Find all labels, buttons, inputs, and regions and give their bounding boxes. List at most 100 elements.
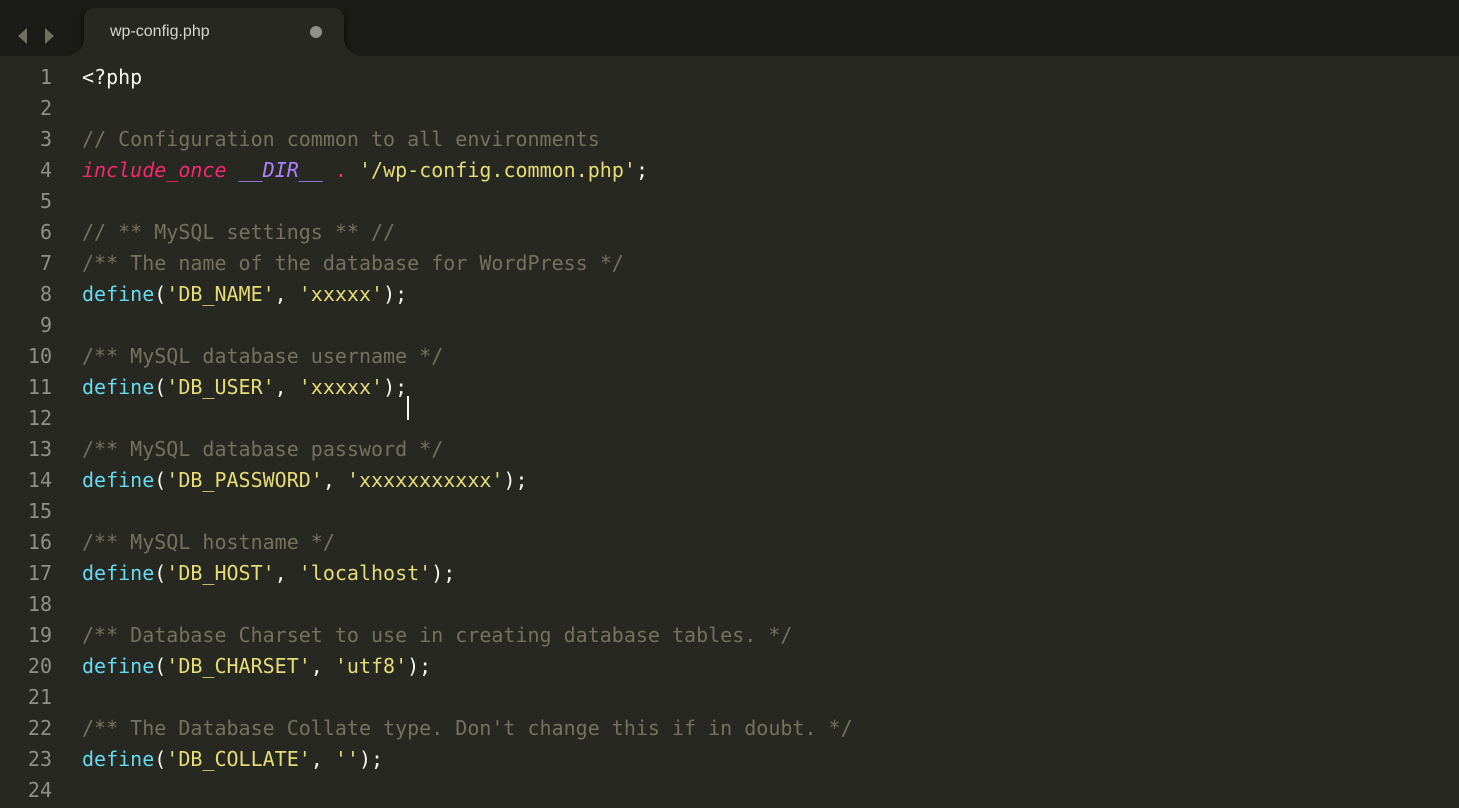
line-number: 15 [0, 496, 70, 527]
token-cm: /** Database Charset to use in creating … [82, 623, 792, 647]
line-number: 7 [0, 248, 70, 279]
token-cm: // Configuration common to all environme… [82, 127, 600, 151]
token-pn: ( [154, 561, 166, 585]
nav-forward-icon[interactable] [40, 26, 58, 46]
editor-window: wp-config.php 1 23 45678910111213141516171… [0, 0, 1459, 808]
line-number: 5 [0, 186, 70, 217]
line-number: 1 [0, 62, 70, 93]
line-number: 13 [0, 434, 70, 465]
code-line[interactable]: define('DB_USER', 'xxxxx'); [82, 372, 1459, 403]
token-fn: define [82, 747, 154, 771]
token-fn: define [82, 561, 154, 585]
token-str: '/wp-config.common.php' [359, 158, 636, 182]
line-number: 14 [0, 465, 70, 496]
code-line[interactable]: define('DB_CHARSET', 'utf8'); [82, 651, 1459, 682]
token-pn [347, 158, 359, 182]
token-str: 'utf8' [335, 654, 407, 678]
token-pn: ( [154, 747, 166, 771]
line-number: 23 [0, 744, 70, 775]
code-line[interactable]: /** The name of the database for WordPre… [82, 248, 1459, 279]
code-line[interactable]: define('DB_NAME', 'xxxxx'); [82, 279, 1459, 310]
line-number: 16 [0, 527, 70, 558]
token-pn: ( [154, 375, 166, 399]
code-line[interactable] [82, 310, 1459, 341]
line-number: 12 [0, 403, 70, 434]
dirty-indicator-icon[interactable] [310, 26, 322, 38]
line-number: 9 [0, 310, 70, 341]
line-number: 18 [0, 589, 70, 620]
token-pn: ( [154, 654, 166, 678]
code-content[interactable]: <?php // Configuration common to all env… [70, 56, 1459, 808]
token-pn: , [323, 468, 347, 492]
token-str: 'DB_USER' [166, 375, 274, 399]
token-cm: /** MySQL hostname */ [82, 530, 335, 554]
code-line[interactable]: include_once __DIR__ . '/wp-config.commo… [82, 155, 1459, 186]
token-cm: /** MySQL database username */ [82, 344, 443, 368]
token-cm: /** The Database Collate type. Don't cha… [82, 716, 853, 740]
code-line[interactable] [82, 589, 1459, 620]
code-line[interactable] [82, 775, 1459, 806]
code-line[interactable]: define('DB_HOST', 'localhost'); [82, 558, 1459, 589]
token-pn: , [275, 375, 299, 399]
code-line[interactable] [82, 186, 1459, 217]
token-str: 'DB_CHARSET' [166, 654, 311, 678]
line-number: 8 [0, 279, 70, 310]
token-pn: , [275, 282, 299, 306]
token-pn: ); [407, 654, 431, 678]
token-pn: , [311, 747, 335, 771]
tab-active[interactable]: wp-config.php [84, 8, 344, 56]
token-fn: define [82, 282, 154, 306]
token-fn: define [82, 654, 154, 678]
token-cm: // ** MySQL settings ** // [82, 220, 395, 244]
code-line[interactable] [82, 93, 1459, 124]
tab-title: wp-config.php [110, 23, 294, 41]
token-pn: ); [503, 468, 527, 492]
token-str: 'DB_COLLATE' [166, 747, 311, 771]
line-number: 6 [0, 217, 70, 248]
line-number: 24 [0, 775, 70, 806]
token-pn: ); [383, 282, 407, 306]
line-number: 20 [0, 651, 70, 682]
token-kw: include_once [82, 158, 227, 182]
token-pn: ( [154, 468, 166, 492]
line-number: 21 [0, 682, 70, 713]
token-str: 'localhost' [299, 561, 431, 585]
line-number-gutter[interactable]: 123456789101112131415161718192021222324 [0, 56, 70, 808]
token-pn [227, 158, 239, 182]
tab-bar: wp-config.php [0, 0, 1459, 56]
code-line[interactable]: define('DB_COLLATE', ''); [82, 744, 1459, 775]
token-fn: define [82, 468, 154, 492]
nav-back-icon[interactable] [14, 26, 32, 46]
line-number: 4 [0, 155, 70, 186]
token-str: 'DB_NAME' [166, 282, 274, 306]
line-number: 10 [0, 341, 70, 372]
nav-arrows [0, 26, 72, 56]
code-line[interactable]: /** Database Charset to use in creating … [82, 620, 1459, 651]
token-str: 'xxxxxxxxxxx' [347, 468, 504, 492]
token-str: 'DB_PASSWORD' [166, 468, 323, 492]
code-line[interactable]: <?php [82, 62, 1459, 93]
code-line[interactable] [82, 403, 1459, 434]
token-cm: /** MySQL database password */ [82, 437, 443, 461]
code-line[interactable]: // Configuration common to all environme… [82, 124, 1459, 155]
code-line[interactable] [82, 682, 1459, 713]
code-line[interactable] [82, 496, 1459, 527]
line-number: 2 [0, 93, 70, 124]
code-line[interactable]: /** MySQL hostname */ [82, 527, 1459, 558]
line-number: 17 [0, 558, 70, 589]
token-fn: define [82, 375, 154, 399]
token-pn: ); [359, 747, 383, 771]
code-line[interactable]: // ** MySQL settings ** // [82, 217, 1459, 248]
code-line[interactable]: /** MySQL database password */ [82, 434, 1459, 465]
token-pn: ( [154, 282, 166, 306]
token-pn [323, 158, 335, 182]
line-number: 11 [0, 372, 70, 403]
token-pn: ); [383, 375, 407, 399]
code-line[interactable]: /** The Database Collate type. Don't cha… [82, 713, 1459, 744]
token-pn: ); [431, 561, 455, 585]
code-line[interactable]: define('DB_PASSWORD', 'xxxxxxxxxxx'); [82, 465, 1459, 496]
code-line[interactable]: /** MySQL database username */ [82, 341, 1459, 372]
editor-area: 123456789101112131415161718192021222324 … [0, 56, 1459, 808]
token-str: 'DB_HOST' [166, 561, 274, 585]
token-const: __DIR__ [239, 158, 323, 182]
